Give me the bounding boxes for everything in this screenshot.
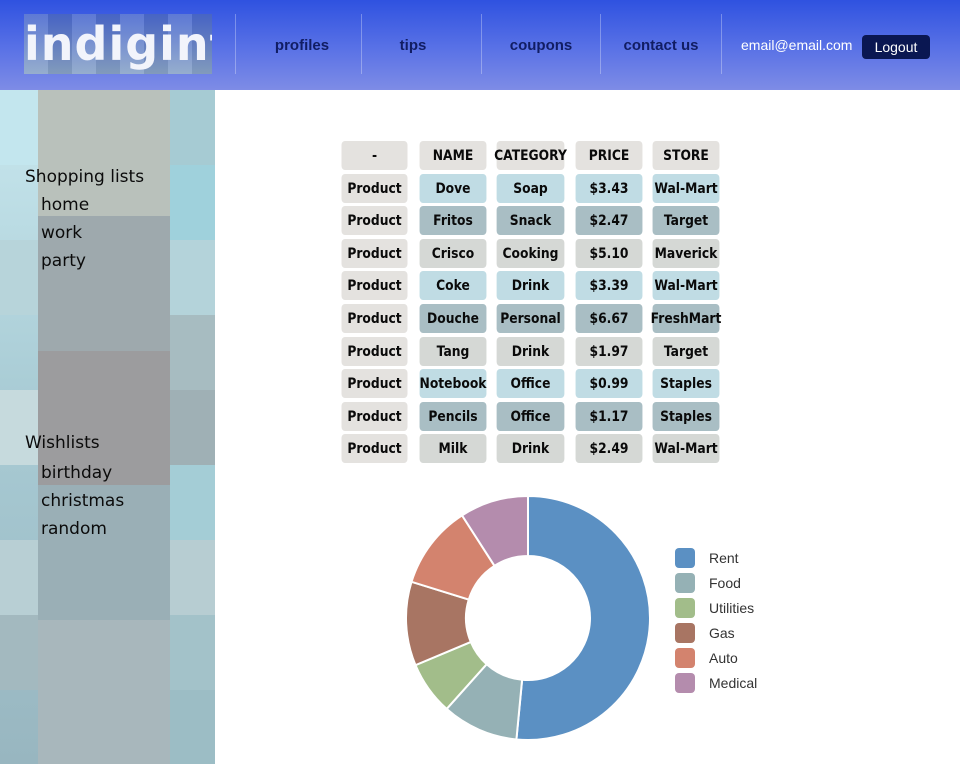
product-category-cell[interactable]: Cooking xyxy=(496,239,565,268)
legend-label-medical: Medical xyxy=(709,675,758,691)
legend-swatch-gas xyxy=(675,623,695,643)
product-type-cell[interactable]: Product xyxy=(341,434,408,463)
sidebar-bg-tile xyxy=(170,315,215,390)
sidebar-bg-tile xyxy=(170,465,215,540)
sidebar-bg-tile xyxy=(170,390,215,465)
header-cell-store: STORE xyxy=(652,141,720,170)
header-cell-dash: - xyxy=(341,141,408,170)
product-store-cell[interactable]: Staples xyxy=(652,369,720,398)
product-category-cell[interactable]: Drink xyxy=(496,434,565,463)
shopping-list-party[interactable]: party xyxy=(41,251,86,271)
product-name-cell[interactable]: Notebook xyxy=(420,369,486,398)
sidebar-bg-tile xyxy=(0,240,38,315)
product-type-cell[interactable]: Product xyxy=(341,206,408,235)
product-name-cell[interactable]: Coke xyxy=(419,271,487,300)
sidebar-bg-tile xyxy=(170,240,215,315)
product-category-cell[interactable]: Soap xyxy=(496,174,565,203)
nav-profiles[interactable]: profiles xyxy=(243,36,361,56)
product-store-cell[interactable]: Target xyxy=(652,337,720,366)
header-cell-price: PRICE xyxy=(575,141,643,170)
sidebar-bg-tile xyxy=(0,540,38,615)
logout-button[interactable]: Logout xyxy=(862,35,930,59)
product-type-cell[interactable]: Product xyxy=(341,402,408,431)
product-store-cell[interactable]: Staples xyxy=(652,402,720,431)
legend-label-utilities: Utilities xyxy=(709,600,755,616)
product-price-cell[interactable]: $2.49 xyxy=(575,434,643,463)
legend-swatch-rent xyxy=(675,548,695,568)
product-type-cell[interactable]: Product xyxy=(341,369,408,398)
product-name-cell[interactable]: Crisco xyxy=(419,239,487,268)
legend-label-gas: Gas xyxy=(709,625,735,641)
product-name-cell[interactable]: Milk xyxy=(419,434,487,463)
nav-coupons[interactable]: coupons xyxy=(481,36,601,56)
legend-label-food: Food xyxy=(709,575,741,591)
sidebar-bg-tile xyxy=(170,165,215,240)
product-category-cell[interactable]: Drink xyxy=(496,337,565,366)
header-cell-name: NAME xyxy=(419,141,487,170)
product-type-cell[interactable]: Product xyxy=(341,174,408,203)
sidebar-bg-tile xyxy=(170,615,215,690)
product-price-cell[interactable]: $6.67 xyxy=(575,304,643,333)
wishlist-christmas[interactable]: christmas xyxy=(41,491,124,511)
product-store-cell[interactable]: Wal-Mart xyxy=(652,271,720,300)
product-price-cell[interactable]: $1.17 xyxy=(575,402,643,431)
legend-swatch-food xyxy=(675,573,695,593)
legend-label-rent: Rent xyxy=(709,550,739,566)
product-category-cell[interactable]: Snack xyxy=(496,206,565,235)
logo-text: indigint xyxy=(24,17,212,71)
legend-swatch-utilities xyxy=(675,598,695,618)
product-store-cell[interactable]: Maverick xyxy=(652,239,720,268)
product-type-cell[interactable]: Product xyxy=(341,271,408,300)
product-type-cell[interactable]: Product xyxy=(341,337,408,366)
nav-tips[interactable]: tips xyxy=(361,36,465,56)
nav-contact-us[interactable]: contact us xyxy=(600,36,722,56)
legend-swatch-auto xyxy=(675,648,695,668)
wishlists-heading: Wishlists xyxy=(25,433,100,453)
product-price-cell[interactable]: $2.47 xyxy=(575,206,643,235)
product-category-cell[interactable]: Personal xyxy=(496,304,565,333)
user-email: email@email.com xyxy=(741,37,853,53)
product-price-cell[interactable]: $1.97 xyxy=(575,337,643,366)
product-type-cell[interactable]: Product xyxy=(341,239,408,268)
product-price-cell[interactable]: $0.99 xyxy=(575,369,643,398)
top-header: indigint profiles tips coupons contact u… xyxy=(0,0,960,90)
product-name-cell[interactable]: Tang xyxy=(419,337,487,366)
product-store-cell[interactable]: Target xyxy=(652,206,720,235)
product-type-cell[interactable]: Product xyxy=(341,304,408,333)
sidebar-bg-tile xyxy=(0,390,38,465)
donut-slice-rent[interactable] xyxy=(515,494,651,741)
product-price-cell[interactable]: $5.10 xyxy=(575,239,643,268)
sidebar-bg-tile xyxy=(0,615,38,690)
shopping-list-work[interactable]: work xyxy=(41,223,82,243)
wishlist-random[interactable]: random xyxy=(41,519,107,539)
header-cell-category: CATEGORY xyxy=(494,141,567,170)
wishlist-birthday[interactable]: birthday xyxy=(41,463,112,483)
product-name-cell[interactable]: Dove xyxy=(419,174,487,203)
nav-divider xyxy=(721,14,722,74)
sidebar-bg-tile xyxy=(170,690,215,764)
product-name-cell[interactable]: Douche xyxy=(419,304,487,333)
product-store-cell[interactable]: Wal-Mart xyxy=(652,174,720,203)
product-category-cell[interactable]: Office xyxy=(496,369,565,398)
product-store-cell[interactable]: Wal-Mart xyxy=(652,434,720,463)
shopping-list-home[interactable]: home xyxy=(41,195,89,215)
brand-logo[interactable]: indigint xyxy=(24,14,212,74)
product-name-cell[interactable]: Fritos xyxy=(419,206,487,235)
sidebar-bg-tile xyxy=(170,90,215,165)
product-price-cell[interactable]: $3.39 xyxy=(575,271,643,300)
product-category-cell[interactable]: Drink xyxy=(496,271,565,300)
product-name-cell[interactable]: Pencils xyxy=(419,402,487,431)
product-price-cell[interactable]: $3.43 xyxy=(575,174,643,203)
sidebar-bg-tile xyxy=(0,90,38,165)
product-category-cell[interactable]: Office xyxy=(496,402,565,431)
sidebar-bg-tile xyxy=(170,540,215,615)
product-store-cell[interactable]: FreshMart xyxy=(651,304,721,333)
expense-donut-chart xyxy=(405,494,651,741)
sidebar-bg-tile xyxy=(38,620,170,764)
sidebar: Shopping lists home work party Wishlists… xyxy=(0,90,215,764)
legend-label-auto: Auto xyxy=(709,650,738,666)
legend-swatch-medical xyxy=(675,673,695,693)
nav-divider xyxy=(235,14,236,74)
shopping-lists-heading: Shopping lists xyxy=(25,167,145,187)
